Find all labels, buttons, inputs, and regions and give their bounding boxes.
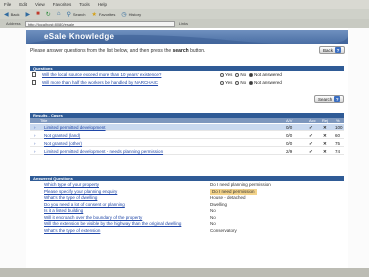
page-content: eSale Knowledge Please answer questions … xyxy=(26,28,348,268)
option-no[interactable]: No xyxy=(235,79,246,86)
document-icon xyxy=(32,72,36,77)
search-submit-button[interactable]: Search? xyxy=(314,95,345,103)
back-button[interactable]: ◀ Back xyxy=(4,11,20,18)
radio-selected-icon xyxy=(249,72,254,77)
menu-tools[interactable]: Tools xyxy=(79,2,90,7)
favorites-button[interactable]: ★ Favorites xyxy=(92,11,116,18)
browser-window: File Edit View Favorites Tools Help ◀ Bac… xyxy=(0,0,369,277)
home-icon: ⌂ xyxy=(56,11,61,17)
radio-icon xyxy=(220,80,224,85)
status-bar xyxy=(0,268,369,277)
answered-header: Answered Questions xyxy=(30,176,344,181)
home-button[interactable]: ⌂ xyxy=(57,11,61,17)
search-button[interactable]: ⚲ Search xyxy=(66,11,85,18)
option-yes[interactable]: Yes xyxy=(220,79,232,86)
app-banner: eSale Knowledge xyxy=(26,30,348,44)
answer-value: Conservatory xyxy=(210,227,237,233)
history-button[interactable]: ◷ History xyxy=(121,11,141,18)
result-row[interactable]: › Limited permitted development 0/0 ✓ ✕ … xyxy=(30,124,344,131)
history-icon: ◷ xyxy=(121,11,127,18)
menu-favorites[interactable]: Favorites xyxy=(53,2,72,7)
chevron-right-icon: › xyxy=(34,125,36,130)
option-no[interactable]: No xyxy=(235,71,246,78)
cross-icon: ✕ xyxy=(323,133,327,138)
option-not-answered[interactable]: Not answered xyxy=(249,71,282,78)
col-av: A/V xyxy=(286,118,293,123)
menu-help[interactable]: Help xyxy=(98,2,107,7)
answered-row: What's the type of extension Conservator… xyxy=(30,228,344,235)
chevron-right-icon: › xyxy=(34,141,36,146)
result-row[interactable]: › Not granted (land) 0/0 ✓ ✕ 60 xyxy=(30,132,344,139)
option-yes[interactable]: Yes xyxy=(220,71,232,78)
help-icon: ? xyxy=(335,47,342,53)
chevron-right-icon: › xyxy=(34,149,36,154)
answer-options: Yes No Not answered xyxy=(220,79,282,86)
search-icon: ⚲ xyxy=(66,11,71,18)
menu-bar: File Edit View Favorites Tools Help xyxy=(0,0,369,9)
question-row: Will more than half the workers be handl… xyxy=(30,79,344,86)
cross-icon: ✕ xyxy=(323,141,327,146)
radio-icon xyxy=(235,80,240,85)
menu-file[interactable]: File xyxy=(4,2,11,7)
menu-edit[interactable]: Edit xyxy=(19,2,27,7)
col-pct: % xyxy=(336,118,340,123)
cross-icon: ✕ xyxy=(323,125,327,130)
check-icon: ✓ xyxy=(309,141,313,146)
question-link[interactable]: Will the local source exceed more than 1… xyxy=(42,71,161,78)
menu-view[interactable]: View xyxy=(35,2,45,7)
back-nav-button[interactable]: Back? xyxy=(319,46,346,54)
check-icon: ✓ xyxy=(309,125,313,130)
refresh-icon: ↻ xyxy=(45,11,51,18)
help-icon: ? xyxy=(334,96,341,102)
stop-button[interactable]: ■ xyxy=(36,11,40,17)
radio-selected-icon xyxy=(249,80,254,85)
links-label[interactable]: Links xyxy=(179,21,188,26)
answer-options: Yes No Not answered xyxy=(220,71,282,78)
result-row[interactable]: › Not granted (other) 0/0 ✓ ✕ 75 xyxy=(30,140,344,147)
app-title: eSale Knowledge xyxy=(44,32,115,41)
instructions-text: Please answer questions from the list be… xyxy=(30,48,206,54)
answered-question-link[interactable]: What's the type of extension xyxy=(44,228,100,235)
document-icon xyxy=(32,80,36,85)
forward-button[interactable]: ▶ xyxy=(26,11,31,18)
chevron-right-icon: › xyxy=(34,133,36,138)
forward-icon: ▶ xyxy=(25,11,31,18)
results-table-header: Title A/V Acc Rej % xyxy=(30,118,344,123)
radio-icon xyxy=(220,72,224,77)
col-title: Title xyxy=(40,118,48,123)
radio-icon xyxy=(235,72,240,77)
favorites-icon: ★ xyxy=(91,11,97,18)
col-acc: Acc xyxy=(309,118,316,123)
address-label: Address xyxy=(6,21,21,26)
back-icon: ◀ xyxy=(4,11,9,18)
address-input[interactable]: http://localhost:8080/esale xyxy=(24,20,175,27)
refresh-button[interactable]: ↻ xyxy=(46,11,51,18)
result-row[interactable]: › Limited permitted development - needs … xyxy=(30,148,344,155)
address-bar: Address http://localhost:8080/esale Link… xyxy=(0,19,369,28)
cross-icon: ✕ xyxy=(323,149,327,154)
question-link[interactable]: Will more than half the workers be handl… xyxy=(42,79,158,86)
toolbar: ◀ Back ▶ ■ ↻ ⌂ ⚲ Search ★ Favorites ◷ Histor… xyxy=(0,9,369,19)
question-row: Will the local source exceed more than 1… xyxy=(30,71,344,78)
check-icon: ✓ xyxy=(309,149,313,154)
stop-icon: ■ xyxy=(36,11,40,17)
check-icon: ✓ xyxy=(309,133,313,138)
option-not-answered[interactable]: Not answered xyxy=(249,79,282,86)
col-rej: Rej xyxy=(322,118,329,123)
